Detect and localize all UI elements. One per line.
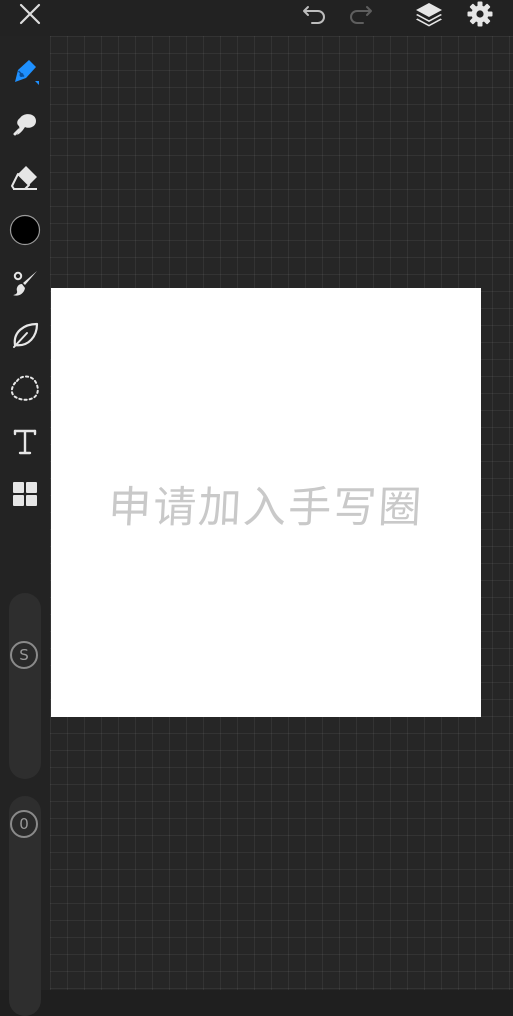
lasso-tool[interactable] bbox=[0, 367, 50, 409]
settings-icon bbox=[467, 1, 493, 27]
top-toolbar bbox=[0, 0, 513, 36]
close-icon bbox=[19, 3, 41, 25]
brush-size-slider[interactable]: S bbox=[9, 593, 41, 779]
brush-tool[interactable] bbox=[0, 262, 50, 304]
close-button[interactable] bbox=[12, 0, 48, 28]
tool-rail: S 0 bbox=[0, 36, 50, 1016]
grid-blocks-icon bbox=[13, 482, 37, 506]
lasso-icon bbox=[10, 375, 39, 401]
smudge-icon bbox=[13, 114, 36, 136]
pen-tool[interactable] bbox=[0, 51, 50, 93]
color-swatch[interactable] bbox=[0, 209, 50, 251]
layers-icon bbox=[416, 3, 442, 27]
opacity-slider-knob[interactable]: 0 bbox=[10, 810, 38, 838]
leaf-icon bbox=[13, 322, 39, 348]
text-tool[interactable] bbox=[0, 420, 50, 462]
pen-icon bbox=[15, 60, 39, 85]
eraser-tool[interactable] bbox=[0, 156, 50, 198]
canvas-handwritten-text: 申请加入手写圈 bbox=[106, 482, 425, 533]
settings-button[interactable] bbox=[462, 0, 498, 28]
layers-button[interactable] bbox=[411, 0, 447, 28]
opacity-slider[interactable]: 0 bbox=[9, 796, 41, 1016]
color-swatch-icon bbox=[9, 214, 41, 246]
gallery-tool[interactable] bbox=[0, 473, 50, 515]
undo-button[interactable] bbox=[297, 0, 333, 28]
size-slider-knob[interactable]: S bbox=[10, 641, 38, 669]
undo-icon bbox=[303, 6, 325, 24]
redo-icon bbox=[350, 6, 372, 24]
smudge-tool[interactable] bbox=[0, 104, 50, 146]
brush-icon bbox=[13, 271, 37, 296]
redo-button[interactable] bbox=[342, 0, 378, 28]
leaf-tool[interactable] bbox=[0, 314, 50, 356]
drawing-canvas[interactable]: 申请加入手写圈 bbox=[51, 288, 481, 717]
eraser-icon bbox=[11, 166, 37, 190]
text-icon bbox=[13, 429, 37, 455]
